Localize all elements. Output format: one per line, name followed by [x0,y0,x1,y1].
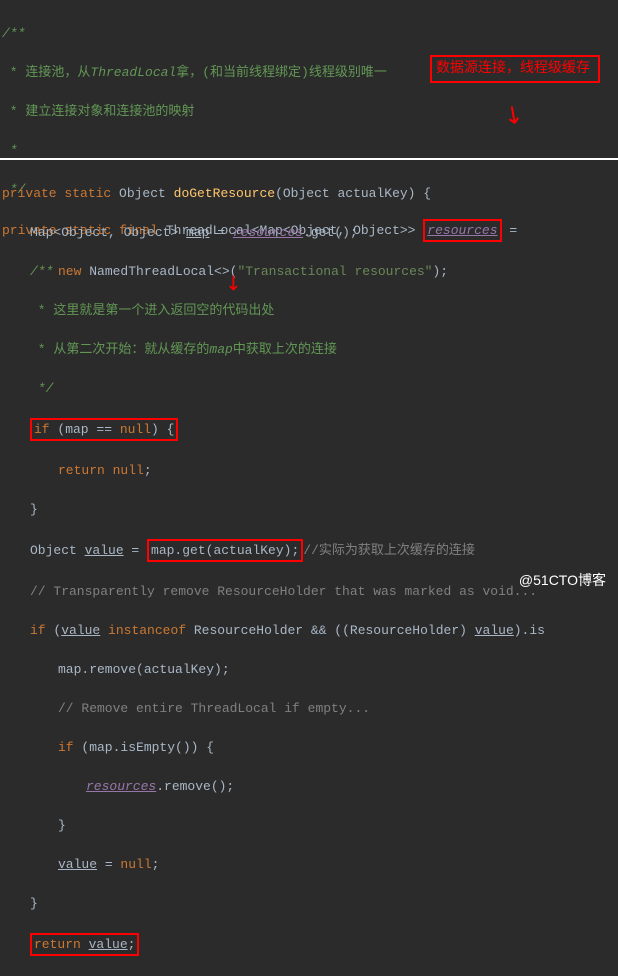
comment-line: /** [2,24,616,44]
annotation-box: 数据源连接，线程级缓存 [430,55,600,83]
watermark: @51CTO博客 [519,570,606,590]
highlight-return: return value; [30,933,139,957]
highlight-resources: resources [423,219,501,243]
highlight-if-null: if (map == null) { [30,418,178,442]
highlight-map-get: map.get(actualKey); [147,539,303,563]
code-block-2: private static Object doGetResource(Obje… [0,160,618,600]
